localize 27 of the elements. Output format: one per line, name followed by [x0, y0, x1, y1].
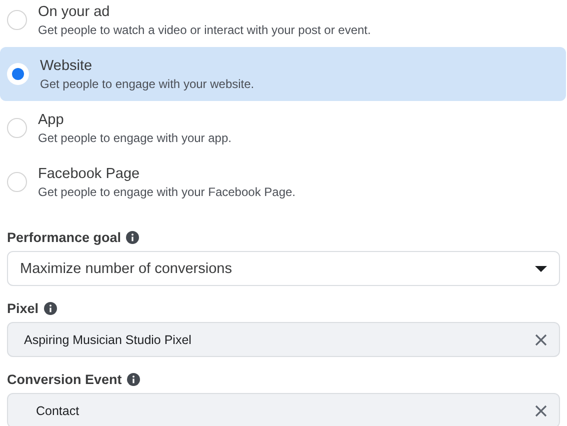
radio-button[interactable]	[7, 10, 27, 30]
option-title: Website	[40, 58, 94, 74]
selected-value-field[interactable]: Aspiring Musician Studio Pixel	[7, 322, 560, 357]
option-title: On your ad	[38, 4, 111, 20]
option-description: Get people to engage with your Facebook Page.	[38, 184, 296, 198]
info-icon[interactable]	[126, 372, 140, 386]
destination-option[interactable]: Website Get people to engage with your website.	[0, 47, 566, 101]
field-label: Conversion Event	[7, 372, 122, 386]
info-icon[interactable]	[126, 230, 140, 244]
field-label: Performance goal	[7, 230, 122, 244]
close-icon[interactable]	[535, 334, 547, 346]
info-icon[interactable]	[44, 302, 57, 314]
radio-button[interactable]	[7, 118, 27, 138]
option-description: Get people to engage with your app.	[38, 130, 232, 144]
destination-option[interactable]: App Get people to engage with your app.	[0, 101, 566, 155]
destination-option[interactable]: Facebook Page Get people to engage with your Facebook Page.	[0, 155, 566, 209]
radio-button[interactable]	[7, 172, 27, 192]
field-label: Pixel	[7, 300, 39, 316]
destination-option[interactable]: On your ad Get people to watch a video or interact with your post or event.	[0, 0, 566, 47]
selected-value-field[interactable]: Contact	[7, 393, 560, 426]
close-icon[interactable]	[535, 404, 547, 416]
radio-button[interactable]	[7, 63, 29, 85]
option-description: Get people to watch a video or interact with your post or event.	[38, 22, 371, 36]
option-description: Get people to engage with your website.	[40, 76, 254, 90]
option-title: App	[38, 112, 65, 128]
option-title: Facebook Page	[38, 166, 141, 182]
performance-goal-dropdown[interactable]: Maximize number of conversions	[7, 251, 560, 286]
